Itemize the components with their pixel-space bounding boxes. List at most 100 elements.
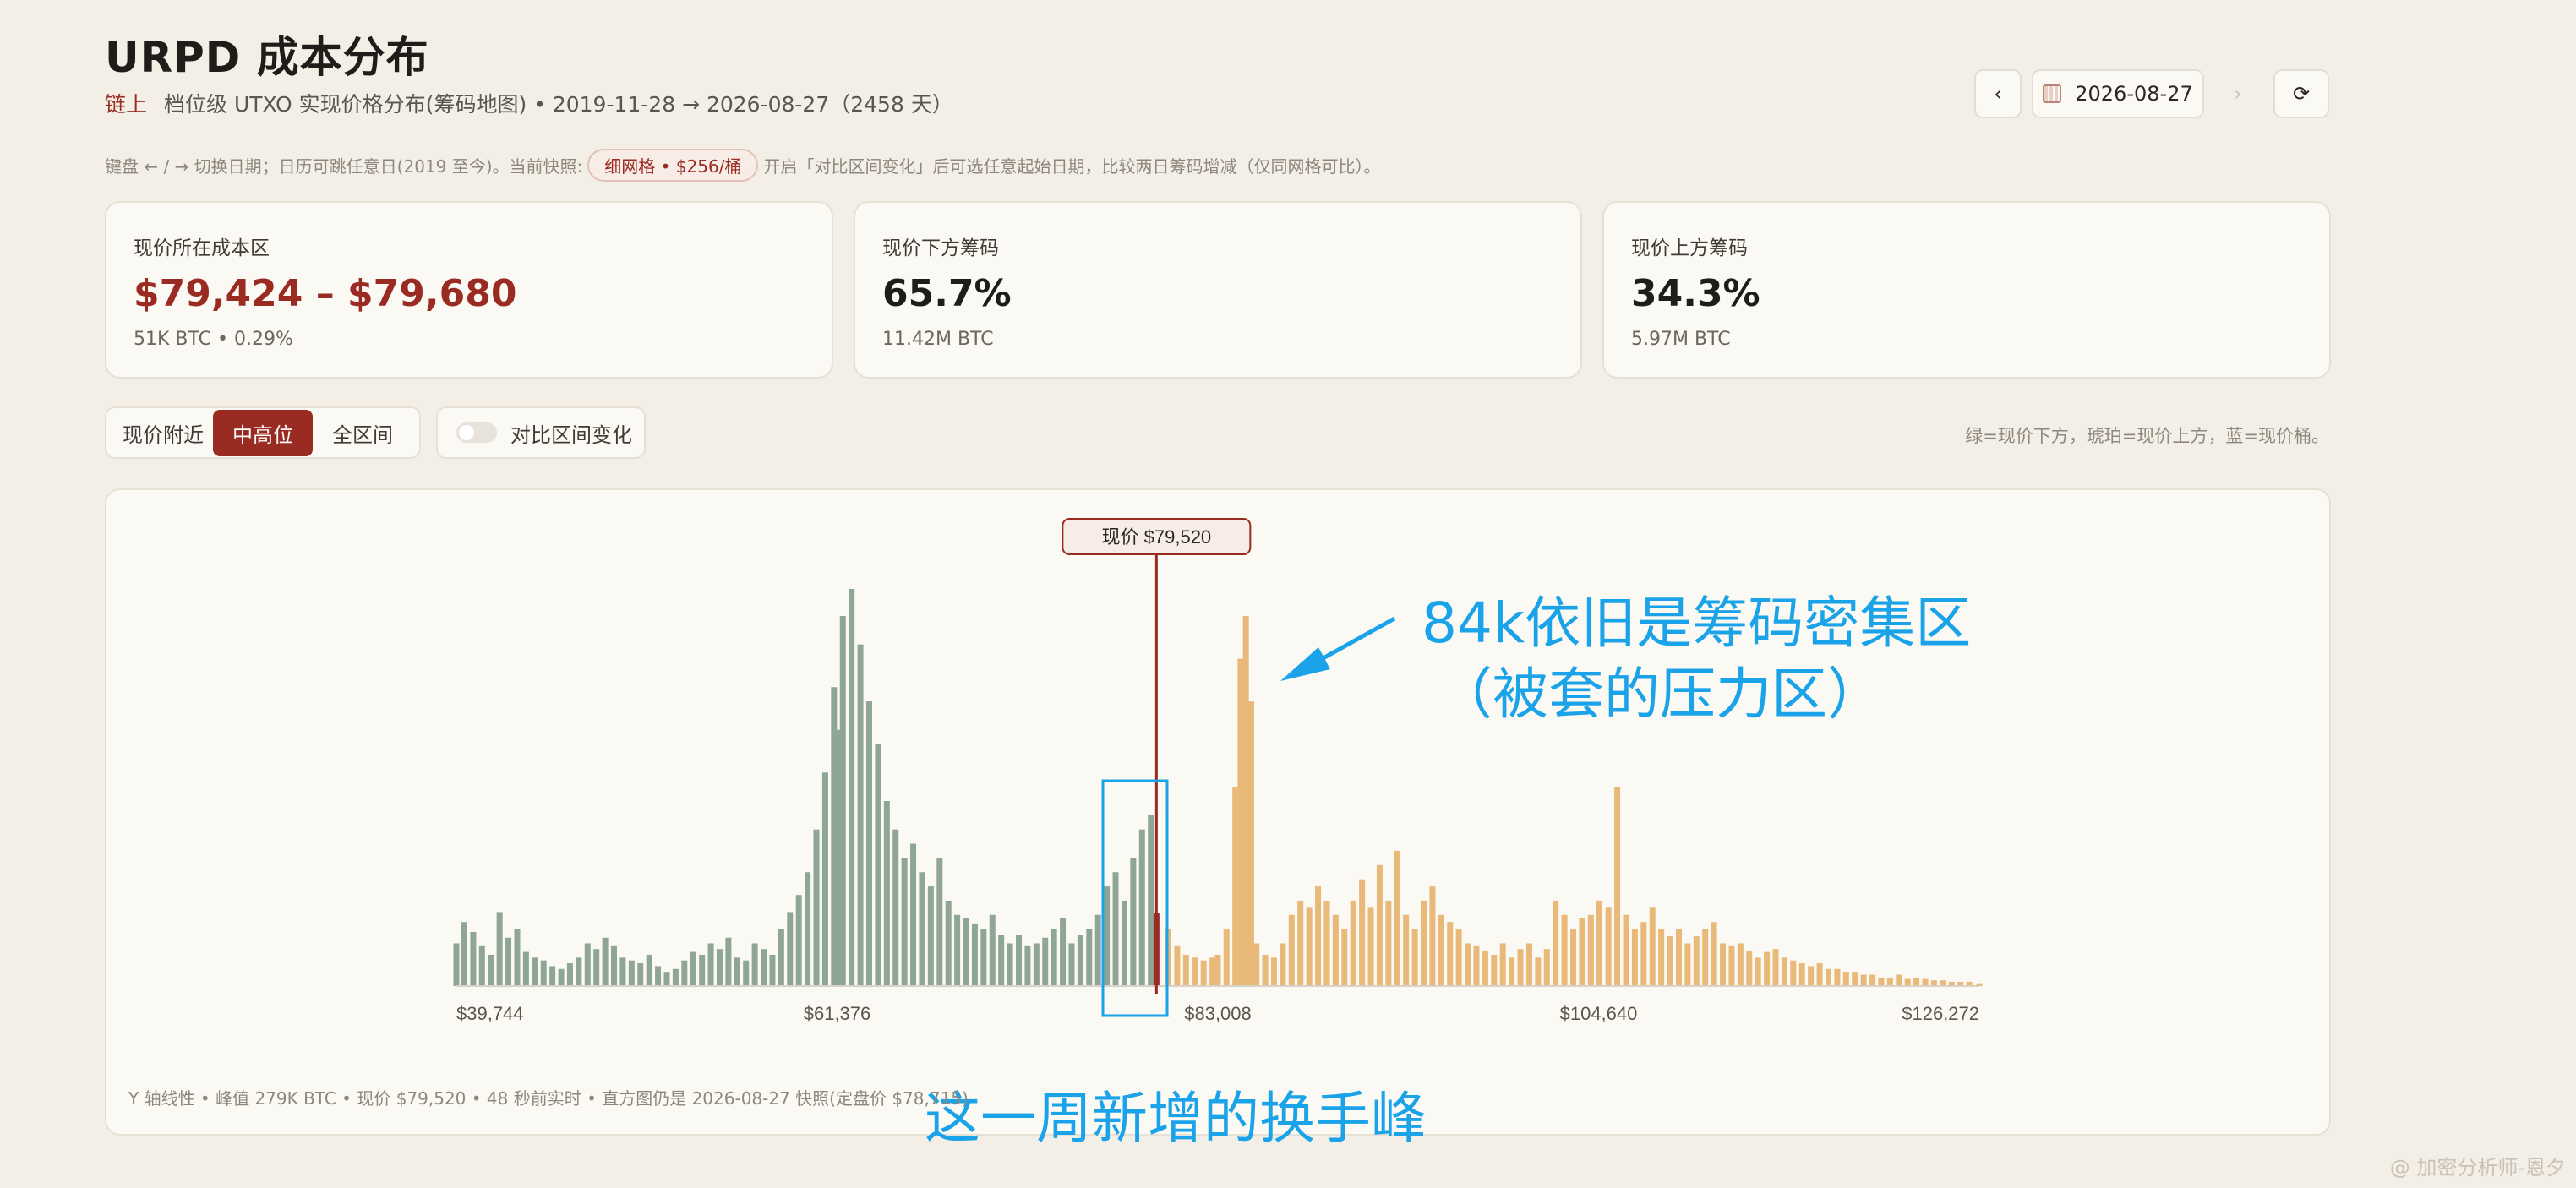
cost-bar[interactable] (1247, 701, 1254, 986)
cost-bar[interactable] (1007, 943, 1013, 986)
cost-bar[interactable] (1455, 929, 1462, 986)
cost-bar[interactable] (707, 943, 714, 986)
cost-bar[interactable] (980, 929, 987, 986)
cost-bar[interactable] (1130, 858, 1137, 986)
cost-bar[interactable] (1315, 886, 1322, 986)
cost-bar[interactable] (1904, 978, 1911, 986)
cost-bar[interactable] (584, 943, 591, 986)
cost-bar[interactable] (1447, 922, 1454, 986)
cost-bar[interactable] (1579, 918, 1585, 986)
cost-bar[interactable] (611, 945, 618, 986)
cost-bar[interactable] (1209, 957, 1216, 986)
cost-bar[interactable] (1297, 900, 1304, 986)
cost-bar[interactable] (1394, 850, 1400, 986)
cost-bar[interactable] (540, 960, 547, 986)
cost-bar[interactable] (1182, 954, 1189, 986)
cost-bar[interactable] (1834, 968, 1841, 986)
cost-bar[interactable] (1816, 963, 1823, 986)
cost-bar[interactable] (1693, 936, 1700, 986)
cost-bar[interactable] (1623, 914, 1629, 986)
cost-bar[interactable] (461, 922, 467, 986)
cost-bar[interactable] (945, 900, 952, 986)
cost-bar[interactable] (821, 772, 828, 986)
cost-bar[interactable] (1306, 907, 1313, 986)
cost-bar[interactable] (1438, 914, 1444, 986)
cost-bar[interactable] (1060, 918, 1067, 986)
cost-bar[interactable] (1790, 960, 1797, 986)
cost-bar[interactable] (663, 972, 670, 986)
cost-bar[interactable] (1535, 957, 1542, 986)
cost-bar[interactable] (532, 957, 538, 986)
cost-bar[interactable] (1242, 616, 1249, 986)
cost-bar[interactable] (1482, 950, 1488, 986)
cost-bar[interactable] (1411, 929, 1418, 986)
cost-bar[interactable] (1896, 974, 1902, 986)
cost-bar[interactable] (1553, 900, 1559, 986)
cost-bar[interactable] (1112, 872, 1119, 986)
cost-bar[interactable] (619, 957, 626, 986)
cost-bar[interactable] (1403, 914, 1410, 986)
cost-bar[interactable] (813, 829, 820, 986)
cost-bar[interactable] (1214, 954, 1221, 986)
cost-bar[interactable] (1086, 929, 1093, 986)
cost-bar[interactable] (1200, 960, 1207, 986)
cost-bar[interactable] (576, 957, 582, 986)
cost-bar[interactable] (1051, 929, 1057, 986)
cost-bar[interactable] (892, 829, 899, 986)
cost-bar[interactable] (769, 954, 776, 986)
cost-bar[interactable] (558, 968, 565, 986)
cost-bar[interactable] (1640, 922, 1647, 986)
cost-bar[interactable] (1842, 972, 1849, 986)
cost-bar[interactable] (593, 949, 600, 986)
cost-bar[interactable] (1341, 929, 1348, 986)
cost-bar[interactable] (1104, 886, 1111, 986)
cost-bar[interactable] (734, 957, 740, 986)
cost-bar[interactable] (1509, 957, 1515, 986)
cost-bar[interactable] (1174, 945, 1181, 986)
cost-bar[interactable] (566, 963, 573, 986)
cost-bar[interactable] (1042, 937, 1049, 986)
cost-bar[interactable] (963, 918, 969, 986)
cost-bar[interactable] (1121, 900, 1127, 986)
cost-bar[interactable] (919, 872, 925, 986)
cost-bar[interactable] (1068, 943, 1075, 986)
cost-bar[interactable] (681, 960, 688, 986)
cost-bar[interactable] (1561, 914, 1568, 986)
cost-bar[interactable] (1385, 900, 1392, 986)
cost-bar[interactable] (857, 644, 864, 986)
cost-bar[interactable] (1852, 972, 1858, 986)
cost-bar[interactable] (1359, 879, 1366, 986)
cost-bar[interactable] (1016, 935, 1023, 986)
cost-bar[interactable] (1024, 945, 1031, 986)
cost-bar[interactable] (954, 914, 961, 986)
cost-bar[interactable] (1288, 914, 1295, 986)
cost-bar[interactable] (1237, 658, 1244, 986)
cost-bar[interactable] (901, 858, 908, 986)
cost-bar[interactable] (998, 935, 1005, 986)
cost-bar[interactable] (1473, 945, 1480, 986)
cost-bar[interactable] (1720, 943, 1727, 986)
cost-bar[interactable] (1667, 936, 1673, 986)
cost-bar[interactable] (1781, 957, 1787, 986)
cost-bar[interactable] (1420, 900, 1427, 986)
cost-bar[interactable] (883, 801, 890, 986)
cost-bar[interactable] (1930, 980, 1937, 986)
cost-bar[interactable] (1940, 980, 1946, 986)
cost-bar[interactable] (971, 923, 978, 986)
cost-bar[interactable] (1280, 943, 1286, 986)
cost-bar[interactable] (496, 912, 503, 986)
cost-bar[interactable] (1746, 950, 1753, 986)
cost-bar[interactable] (1596, 900, 1602, 986)
cost-bar[interactable] (1631, 929, 1638, 986)
cost-bar[interactable] (1808, 966, 1815, 986)
cost-bar[interactable] (936, 858, 943, 986)
cost-bar[interactable] (1223, 929, 1230, 986)
cost-bar[interactable] (1367, 907, 1374, 986)
cost-bar[interactable] (1711, 922, 1717, 986)
cost-bar[interactable] (1684, 943, 1691, 986)
cost-bar[interactable] (778, 929, 784, 986)
cost-bar[interactable] (478, 945, 485, 986)
cost-bar[interactable] (1138, 829, 1145, 986)
cost-bar[interactable] (849, 589, 855, 986)
cost-bar[interactable] (1323, 900, 1330, 986)
